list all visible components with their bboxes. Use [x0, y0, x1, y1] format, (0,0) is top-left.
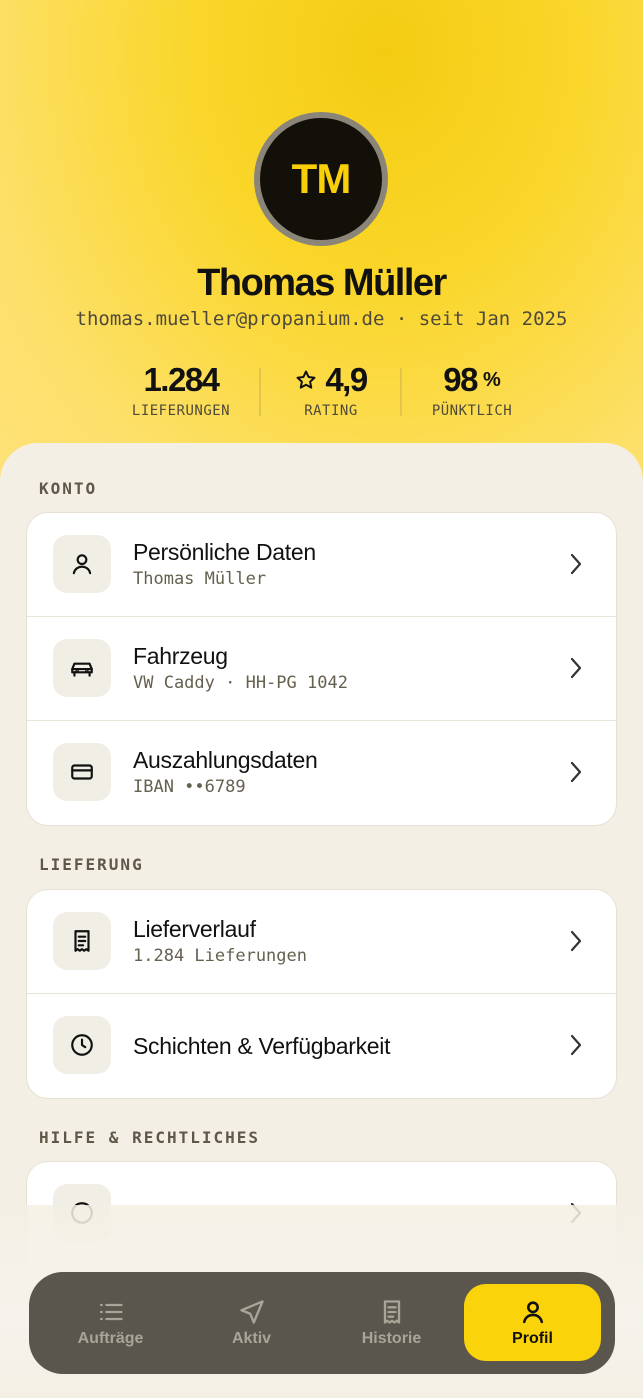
list-item-subtitle: 1.284 Lieferungen [133, 946, 307, 966]
credit-card-icon [71, 764, 93, 780]
stats-bar: 1.284 LIEFERUNGEN 4,9 RATING 98 % PÜNKTL… [0, 360, 643, 420]
chevron-right-icon [570, 553, 582, 575]
stat-value: 98 [443, 361, 478, 398]
list-item-title: Auszahlungsdaten [133, 747, 318, 773]
list-item-subtitle: IBAN ••6789 [133, 777, 246, 797]
chevron-right-icon [570, 1034, 582, 1056]
list-item-title: Lieferverlauf [133, 916, 256, 942]
list-item-title: Schichten & Verfügbarkeit [133, 1033, 391, 1059]
navigation-icon [239, 1299, 264, 1324]
stat-label: RATING [304, 403, 358, 419]
stat-value: 1.284 [143, 361, 220, 398]
stat-deliveries: 1.284 LIEFERUNGEN [111, 360, 251, 419]
bottom-nav: Aufträge Aktiv Historie Profil [29, 1272, 615, 1374]
chevron-right-icon [570, 930, 582, 952]
user-icon [522, 1300, 543, 1323]
car-icon [71, 662, 93, 677]
list-item-delivery-history[interactable]: Lieferverlauf 1.284 Lieferungen [27, 890, 616, 994]
stat-rating: 4,9 RATING [261, 360, 401, 419]
stat-value: 4,9 [325, 361, 368, 398]
user-icon [72, 554, 92, 575]
receipt-icon [383, 1299, 400, 1324]
clock-icon [71, 1034, 93, 1056]
list-item-vehicle[interactable]: Fahrzeug VW Caddy · HH-PG 1042 [27, 617, 616, 721]
nav-item-profil[interactable]: Profil [464, 1284, 601, 1361]
profile-subtitle: thomas.mueller@propanium.de · seit Jan 2… [75, 308, 568, 330]
stat-punctuality: 98 % PÜNKTLICH [402, 360, 542, 419]
chevron-right-icon [570, 657, 582, 679]
card-lieferung: Lieferverlauf 1.284 Lieferungen Schichte… [26, 889, 617, 1099]
nav-label: Profil [512, 1329, 553, 1347]
nav-label: Aufträge [77, 1329, 144, 1347]
list-item-payout[interactable]: Auszahlungsdaten IBAN ••6789 [27, 721, 616, 825]
nav-item-auftraege[interactable]: Aufträge [42, 1284, 179, 1361]
profile-header: TM Thomas Müller thomas.mueller@propaniu… [0, 0, 643, 520]
avatar: TM [254, 112, 388, 246]
list-item-shifts[interactable]: Schichten & Verfügbarkeit [27, 994, 616, 1098]
stat-label: PÜNKTLICH [431, 403, 513, 419]
list-item-title: Persönliche Daten [133, 539, 316, 565]
receipt-icon [74, 930, 90, 952]
section-title-konto: KONTO [39, 479, 98, 498]
list-item-subtitle: Thomas Müller [133, 569, 267, 589]
nav-label: Aktiv [231, 1329, 272, 1347]
list-item-subtitle: VW Caddy · HH-PG 1042 [133, 673, 348, 693]
nav-label: Historie [361, 1329, 422, 1347]
section-title-lieferung: LIEFERUNG [39, 855, 144, 874]
nav-item-historie[interactable]: Historie [323, 1284, 460, 1361]
star-icon [296, 370, 316, 389]
list-item-title: Fahrzeug [133, 643, 228, 669]
list-icon [99, 1303, 123, 1320]
nav-item-aktiv[interactable]: Aktiv [183, 1284, 320, 1361]
stat-unit: % [482, 368, 501, 391]
list-item-personal-data[interactable]: Persönliche Daten Thomas Müller [27, 513, 616, 617]
chevron-right-icon [570, 761, 582, 783]
card-konto: Persönliche Daten Thomas Müller Fahrzeug… [26, 512, 617, 826]
profile-name: Thomas Müller [197, 262, 447, 304]
avatar-initials: TM [260, 118, 382, 240]
section-title-hilfe: HILFE & RECHTLICHES [39, 1128, 261, 1147]
stat-label: LIEFERUNGEN [131, 403, 231, 419]
